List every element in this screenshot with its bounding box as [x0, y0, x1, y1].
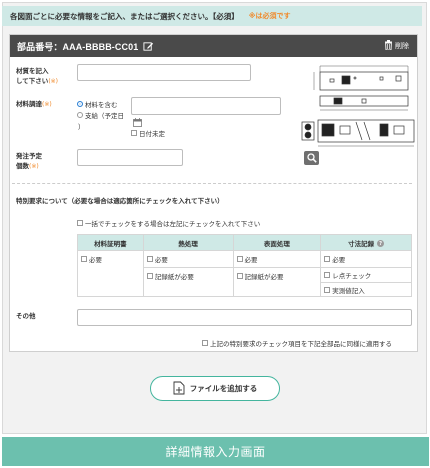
column-header: 表面処理 — [232, 234, 322, 251]
material-required-mark: (※) — [48, 78, 59, 85]
add-file-button[interactable]: ファイルを追加する — [150, 376, 280, 401]
table-header-row: 材料証明書 熱処理 表面処理 寸法記録? — [77, 234, 412, 251]
special-title: 特別要求について（必要な場合は適応箇所にチェックを入れて下さい） — [16, 197, 224, 205]
dim-required-check[interactable]: 必要 — [324, 254, 408, 264]
column-header-label: 寸法記録 — [348, 239, 375, 248]
heat-record-check[interactable]: 記録紙が必要 — [146, 271, 230, 281]
supply-label-text: 材料調達 — [16, 100, 42, 108]
part-number: 部品番号：AAA-BBBB-CC01 — [17, 41, 139, 52]
column-header: 熱処理 — [142, 234, 234, 251]
checkbox[interactable] — [324, 256, 331, 262]
quantity-required-mark: (※) — [29, 163, 39, 170]
material-label-line1: 材質を記入 — [16, 67, 49, 75]
heat-required-cell: 必要 — [142, 250, 234, 268]
other-label: その他 — [16, 312, 36, 320]
checkbox[interactable] — [146, 256, 153, 262]
edit-icon[interactable] — [143, 41, 154, 52]
screen-caption: 詳細情報入力画面 — [2, 437, 429, 466]
check-label: 必要 — [332, 256, 346, 264]
date-undecided-checkbox[interactable] — [131, 130, 137, 136]
checkbox[interactable] — [146, 273, 153, 279]
date-undecided-check[interactable]: 日付未定 — [131, 128, 165, 138]
dim-tick-check[interactable]: レ点チェック — [321, 268, 411, 282]
radio-dot-selected[interactable] — [77, 101, 83, 107]
apply-all-check[interactable]: 上記の特別要求のチェック項目を下記全部品に同様に適用する — [202, 338, 392, 348]
magnifier-icon[interactable] — [304, 151, 319, 165]
part-header: 部品番号：AAA-BBBB-CC01 削除 — [10, 35, 417, 57]
apply-all-label: 上記の特別要求のチェック項目を下記全部品に同様に適用する — [210, 340, 392, 348]
dim-measured-check[interactable]: 実測値記入 — [321, 282, 411, 296]
supply-date-input[interactable] — [131, 97, 281, 115]
material-label: 材質を記入 して下さい(※) — [16, 66, 58, 87]
section-divider — [12, 183, 412, 184]
supply-label: 材料調達(※) — [16, 99, 52, 110]
trash-icon — [384, 40, 393, 52]
radio-material-supplied[interactable]: 支給（予定日 — [77, 110, 124, 120]
quantity-label: 発注予定 個数(※) — [16, 151, 42, 172]
date-undecided-label: 日付未定 — [139, 130, 165, 138]
apply-all-checkbox[interactable] — [202, 340, 208, 346]
checkbox[interactable] — [324, 272, 331, 278]
supplied-close-paren: ） — [78, 123, 85, 131]
checkbox[interactable] — [81, 256, 87, 262]
instruction-bar: 各図面ごとに必要な情報をご記入、またはご選択ください。【必須】 ※は必須です — [2, 6, 422, 26]
checkbox[interactable] — [236, 273, 243, 279]
supply-required-mark: (※) — [42, 101, 52, 108]
check-label: 必要 — [154, 256, 168, 264]
bulk-check-label: 一括でチェックをする場合は左記にチェックを入れて下さい — [85, 220, 261, 228]
check-label: 必要 — [89, 256, 102, 264]
quantity-input[interactable] — [77, 149, 183, 166]
dim-required-cell: 必要 — [320, 250, 412, 268]
checkbox[interactable] — [324, 286, 331, 293]
bulk-check[interactable]: 一括でチェックをする場合は左記にチェックを入れて下さい — [77, 218, 260, 228]
radio-material-included-label: 材料を含む — [85, 101, 118, 109]
delete-label: 削除 — [395, 42, 409, 50]
table-row: 必要 必要 必要 必要 — [77, 250, 412, 297]
quantity-label-line1: 発注予定 — [16, 152, 42, 160]
check-label: 記録紙が必要 — [154, 273, 194, 281]
checkbox[interactable] — [236, 256, 243, 262]
radio-material-included[interactable]: 材料を含む — [77, 99, 118, 109]
check-label: レ点チェック — [332, 272, 372, 280]
surface-required-cell: 必要 — [232, 250, 322, 268]
column-header-dimension: 寸法記録? — [320, 234, 412, 251]
column-header: 材料証明書 — [77, 234, 144, 251]
drawing-thumbnail[interactable] — [300, 64, 418, 150]
surface-required-check[interactable]: 必要 — [236, 254, 318, 264]
radio-material-supplied-label: 支給（予定日 — [85, 112, 124, 120]
check-label: 必要 — [244, 256, 258, 264]
check-label: 記録紙が必要 — [244, 273, 284, 281]
delete-button[interactable]: 削除 — [384, 40, 409, 52]
help-icon[interactable]: ? — [377, 240, 385, 247]
cert-required-check[interactable]: 必要 — [81, 254, 140, 264]
other-input[interactable] — [77, 309, 412, 326]
heat-required-check[interactable]: 必要 — [146, 254, 230, 264]
heat-record-cell: 記録紙が必要 — [142, 267, 234, 297]
radio-dot[interactable] — [77, 112, 83, 118]
material-input[interactable] — [77, 64, 251, 81]
material-label-line2: して下さい — [16, 77, 49, 85]
quantity-label-line2: 個数 — [16, 162, 29, 170]
add-file-label: ファイルを追加する — [189, 384, 258, 393]
bulk-checkbox[interactable] — [77, 220, 83, 226]
check-label: 実測値記入 — [332, 286, 365, 295]
dim-record-cell: レ点チェック 実測値記入 — [320, 267, 412, 297]
surface-record-check[interactable]: 記録紙が必要 — [236, 271, 318, 281]
special-requirements-table: 材料証明書 熱処理 表面処理 寸法記録? 必要 必要 必要 必要 記録紙が必要 … — [77, 234, 412, 297]
required-note: ※は必須です — [248, 12, 291, 20]
surface-record-cell: 記録紙が必要 — [232, 267, 322, 297]
file-add-icon — [173, 381, 185, 397]
cert-cell: 必要 — [77, 250, 144, 297]
instruction-text: 各図面ごとに必要な情報をご記入、またはご選択ください。【必須】 — [10, 11, 239, 21]
